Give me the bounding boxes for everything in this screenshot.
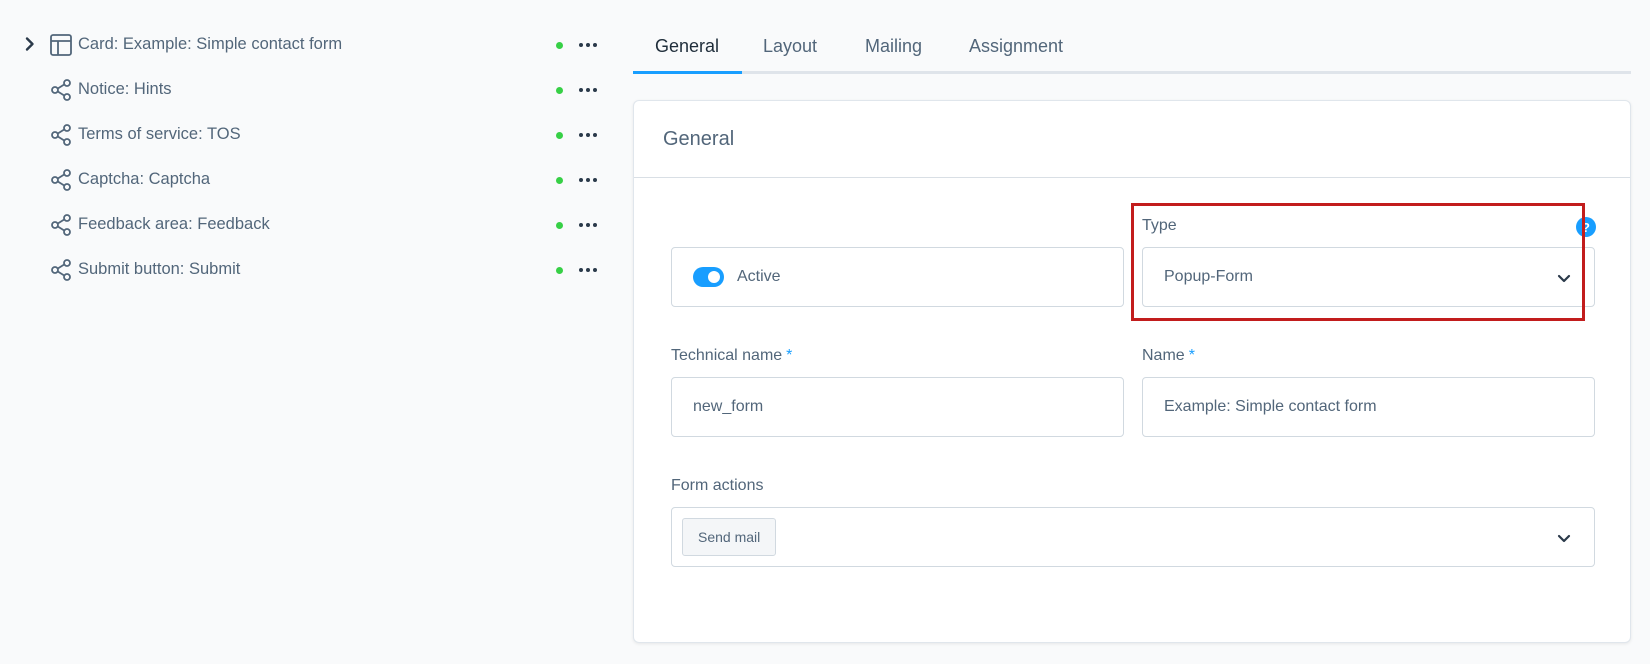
required-mark: * — [786, 347, 793, 364]
layout-icon — [50, 34, 72, 56]
active-tab-indicator — [633, 71, 742, 74]
tree-item-label: Submit button: Submit — [78, 260, 241, 278]
tree-item-notice[interactable]: Notice: Hints — [0, 67, 610, 112]
name-input[interactable]: Example: Simple contact form — [1142, 377, 1595, 437]
tree-item-label: Terms of service: TOS — [78, 125, 241, 143]
tree-item-label: Card: Example: Simple contact form — [78, 35, 343, 53]
card-title: General — [663, 127, 735, 150]
more-options-icon[interactable] — [577, 215, 599, 235]
send-mail-chip[interactable]: Send mail — [682, 518, 777, 556]
technical-name-label: Technical name * — [671, 347, 792, 365]
share-icon — [51, 214, 71, 236]
required-mark: * — [1188, 347, 1195, 364]
tab-assignment[interactable]: Assignment — [969, 36, 1063, 57]
tree-item-captcha[interactable]: Captcha: Captcha — [0, 157, 610, 202]
more-options-icon[interactable] — [577, 170, 599, 190]
tree-item-label: Notice: Hints — [78, 80, 172, 98]
tree-item-card[interactable]: Card: Example: Simple contact form — [0, 22, 610, 67]
tree-item-feedback[interactable]: Feedback area: Feedback — [0, 202, 610, 247]
share-icon — [51, 124, 71, 146]
active-status-dot — [556, 42, 563, 49]
tab-general[interactable]: General — [655, 36, 719, 57]
more-options-icon[interactable] — [577, 260, 599, 280]
share-icon — [51, 79, 71, 101]
chevron-down-icon — [1557, 534, 1571, 543]
more-options-icon[interactable] — [577, 80, 599, 100]
highlight-frame — [1131, 203, 1585, 321]
chevron-right-icon[interactable] — [22, 36, 38, 52]
active-toggle-field[interactable]: Active — [671, 247, 1124, 307]
share-icon — [51, 259, 71, 281]
active-toggle-switch[interactable] — [693, 267, 724, 287]
name-value: Example: Simple contact form — [1164, 398, 1377, 415]
active-status-dot — [556, 87, 563, 94]
more-options-icon[interactable] — [577, 35, 599, 55]
tab-layout[interactable]: Layout — [763, 36, 817, 57]
tree-item-tos[interactable]: Terms of service: TOS — [0, 112, 610, 157]
tree-item-label: Captcha: Captcha — [78, 170, 211, 188]
tab-bar: General Layout Mailing Assignment — [633, 26, 1631, 74]
form-actions-label: Form actions — [671, 477, 764, 494]
technical-name-label-text: Technical name — [671, 347, 783, 364]
share-icon — [51, 169, 71, 191]
name-label-text: Name — [1142, 347, 1185, 364]
general-card: General Active Type ? Popup-Form Technic… — [633, 100, 1631, 643]
active-status-dot — [556, 222, 563, 229]
name-label: Name * — [1142, 347, 1195, 365]
technical-name-value: new_form — [693, 398, 764, 415]
technical-name-input[interactable]: new_form — [671, 377, 1124, 437]
active-status-dot — [556, 267, 563, 274]
tab-mailing[interactable]: Mailing — [865, 36, 922, 57]
tree-item-label: Feedback area: Feedback — [78, 215, 270, 233]
active-toggle-label: Active — [737, 268, 781, 285]
active-status-dot — [556, 132, 563, 139]
tree-item-submit[interactable]: Submit button: Submit — [0, 247, 610, 292]
form-actions-select[interactable]: Send mail — [671, 507, 1595, 567]
more-options-icon[interactable] — [577, 125, 599, 145]
active-status-dot — [556, 177, 563, 184]
card-header: General — [634, 101, 1630, 178]
